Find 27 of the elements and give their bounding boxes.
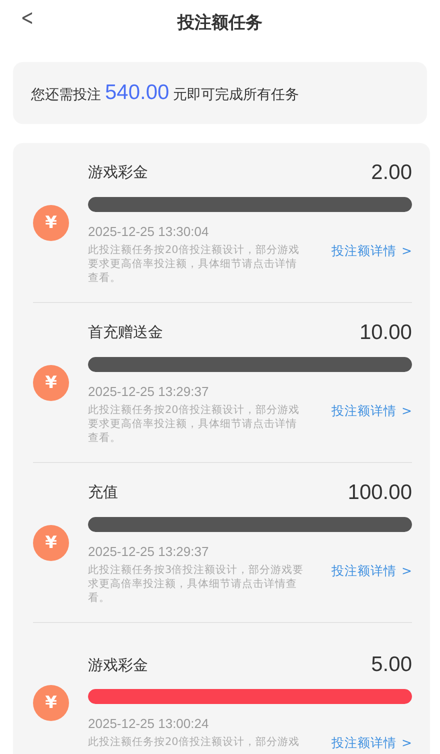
task-description: 此投注额任务按20倍投注额设计，部分游戏 <box>88 735 300 749</box>
task-name: 充值 <box>88 483 118 502</box>
task-description: 此投注额任务按20倍投注额设计，部分游戏要求更高倍率投注额，具体细节请点击详情查看。 <box>88 242 300 284</box>
task-description: 此投注额任务按20倍投注额设计，部分游戏要求更高倍率投注额，具体细节请点击详情查看。 <box>88 402 300 444</box>
details-link[interactable]: 投注额详情 > <box>332 562 412 580</box>
task-amount: 5.00 <box>371 653 412 677</box>
task-time: 2025-12-25 13:29:37 <box>88 544 210 558</box>
details-link[interactable]: 投注额详情 > <box>332 242 412 260</box>
yen-coin-icon: ¥ <box>33 364 69 400</box>
task-amount: 100.00 <box>348 480 412 504</box>
task-time: 2025-12-25 13:00:24 <box>88 716 210 731</box>
task-name: 游戏彩金 <box>88 656 148 674</box>
task-name: 首充赠送金 <box>88 323 163 342</box>
yen-coin-icon: ¥ <box>33 204 69 240</box>
task-amount: 2.00 <box>371 160 412 184</box>
task-time: 2025-12-25 13:30:04 <box>88 224 210 238</box>
task-description: 此投注额任务按3倍投注额设计，部分游戏要求更高倍率投注额，具体细节请点击详情查看。 <box>88 562 305 604</box>
details-link[interactable]: 投注额详情 > <box>332 402 412 420</box>
task-amount: 10.00 <box>359 320 412 344</box>
page-title: 投注额任务 <box>178 12 262 34</box>
back-button[interactable]: < <box>18 6 36 31</box>
yen-coin-icon: ¥ <box>33 684 69 720</box>
summary-text: 您还需投注 540.00 元即可完成所有任务 <box>31 81 300 105</box>
details-link[interactable]: 投注额详情 > <box>332 735 412 752</box>
task-time: 2025-12-25 13:29:37 <box>88 384 210 398</box>
task-name: 游戏彩金 <box>88 163 148 182</box>
yen-coin-icon: ¥ <box>33 524 69 560</box>
